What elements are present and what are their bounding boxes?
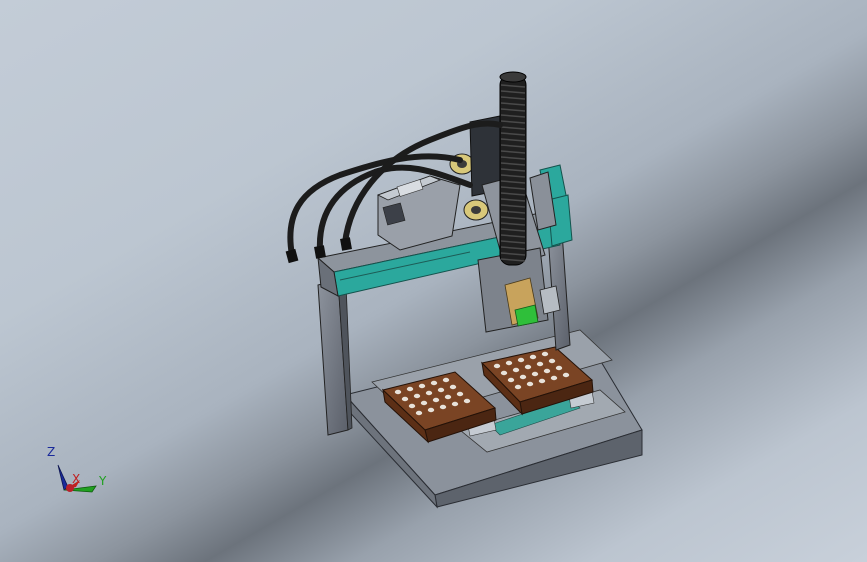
tray-hole [437, 387, 445, 393]
tray-hole [442, 377, 450, 383]
tray-hole [444, 394, 452, 400]
tray-hole [451, 401, 459, 407]
tray-hole [415, 410, 423, 416]
coordinate-triad-icon: Z X Y [40, 440, 120, 510]
tray-hole [519, 374, 527, 380]
tray-hole [562, 372, 570, 378]
tray-hole [425, 390, 433, 396]
tray-hole [531, 371, 539, 377]
cad-viewport[interactable]: Z X Y [0, 0, 867, 562]
tray-hole [406, 386, 414, 392]
machine-model[interactable] [0, 0, 867, 562]
tray-hole [418, 383, 426, 389]
cable-connector-1 [285, 248, 299, 264]
tray-hole [500, 370, 508, 376]
tray-hole [439, 404, 447, 410]
tray-hole [408, 403, 416, 409]
cable-connector-3 [340, 237, 352, 251]
tray-hole [505, 360, 513, 366]
tray-hole [427, 407, 435, 413]
tray-hole [543, 368, 551, 374]
tray-hole [529, 354, 537, 360]
tray-hole [456, 391, 464, 397]
tray-hole [555, 365, 563, 371]
tray-hole [524, 364, 532, 370]
tray-hole [541, 351, 549, 357]
z-axis-label: Z [47, 445, 56, 459]
left-column [317, 279, 353, 436]
y-axis-label: Y [99, 474, 107, 488]
tray-hole [548, 358, 556, 364]
tray-hole [536, 361, 544, 367]
tray-hole [517, 357, 525, 363]
x-axis-label: X [72, 472, 81, 486]
tray-hole [394, 389, 402, 395]
tray-hole [401, 396, 409, 402]
tray-hole [430, 380, 438, 386]
tray-hole [413, 393, 421, 399]
tray-hole [538, 378, 546, 384]
tray-hole [493, 363, 501, 369]
tray-hole [420, 400, 428, 406]
tray-hole [526, 381, 534, 387]
cable-connector-2 [314, 245, 326, 259]
tray-hole [512, 367, 520, 373]
tray-hole [550, 375, 558, 381]
tray-hole [463, 398, 471, 404]
tray-hole [507, 377, 515, 383]
spool-lower [463, 199, 489, 221]
tray-hole [432, 397, 440, 403]
tray-hole [449, 384, 457, 390]
tray-hole [514, 384, 522, 390]
